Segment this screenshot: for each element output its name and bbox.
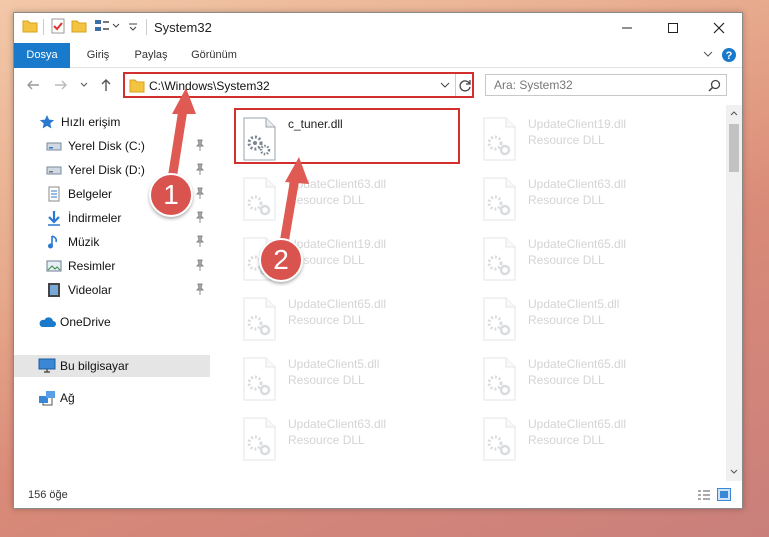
annotation-arrows <box>165 88 309 260</box>
callout-step-1: 1 <box>149 173 193 217</box>
callout-step-2: 2 <box>259 238 303 282</box>
